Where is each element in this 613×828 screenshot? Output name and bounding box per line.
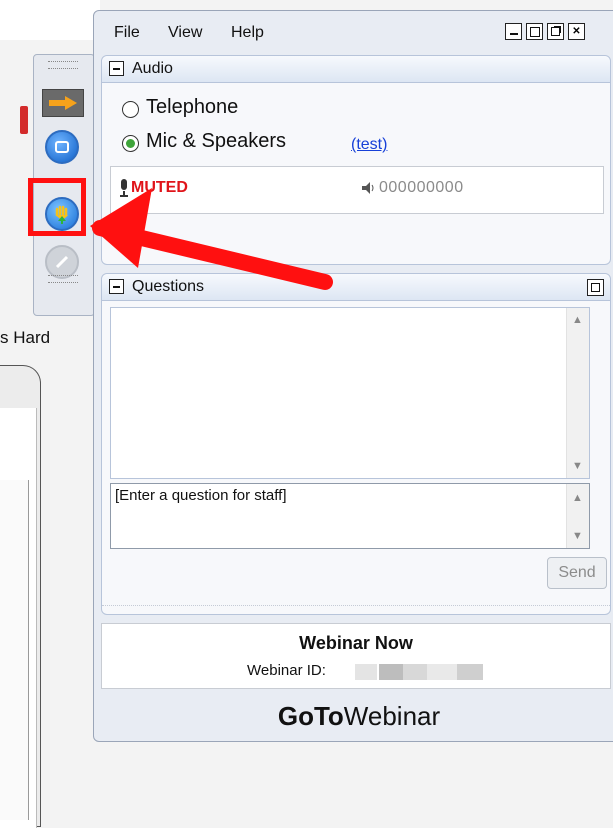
logo-webinar: Webinar [343, 701, 441, 731]
logo-goto: GoTo [277, 701, 344, 731]
popout-icon[interactable] [547, 23, 564, 40]
annotation-arrow [90, 188, 333, 290]
redacted-id-part3 [403, 664, 427, 680]
webinar-id-label: Webinar ID: [247, 662, 326, 679]
speaker-icon [362, 182, 374, 194]
input-scroll-down-icon[interactable]: ▼ [572, 530, 583, 542]
scroll-up-icon[interactable]: ▲ [572, 314, 583, 326]
redacted-id-part1 [355, 664, 377, 680]
webinar-info-box: Webinar Now Webinar ID: [101, 623, 611, 689]
telephone-label[interactable]: Telephone [146, 96, 238, 119]
menu-view[interactable]: View [168, 24, 202, 42]
arrow-icon[interactable] [42, 89, 84, 117]
gotowebinar-logo: GoToWebinar [94, 701, 613, 732]
popout-questions-icon[interactable] [587, 279, 604, 296]
webinar-title: Webinar Now [299, 633, 413, 653]
audio-header: Audio [102, 56, 610, 83]
input-scroll-up-icon[interactable]: ▲ [572, 492, 583, 504]
minimize-icon[interactable] [505, 23, 522, 40]
menubar: File View Help ✕ [94, 11, 613, 51]
collapse-audio-button[interactable] [109, 61, 124, 76]
scroll-down-icon[interactable]: ▼ [572, 460, 583, 472]
redacted-id-part4 [427, 664, 457, 680]
mic-speakers-label[interactable]: Mic & Speakers [146, 130, 286, 153]
redacted-id-part5 [457, 664, 483, 680]
question-input[interactable]: [Enter a question for staff] ▲ ▼ [110, 483, 590, 549]
webinar-control-panel: File View Help ✕ Audio Telephone Mic & S… [93, 10, 613, 742]
close-icon[interactable]: ✕ [568, 23, 585, 40]
audio-level-meter: 000000000 [379, 179, 464, 196]
questions-log[interactable]: ▲ ▼ [110, 307, 590, 479]
question-input-text: [Enter a question for staff] [115, 487, 287, 504]
question-input-scrollbar[interactable]: ▲ ▼ [566, 484, 589, 548]
restore-icon[interactable] [526, 23, 543, 40]
telephone-radio[interactable] [122, 101, 139, 118]
audio-title: Audio [132, 60, 173, 77]
menu-file[interactable]: File [114, 24, 140, 42]
background-app-text: s Hard [0, 328, 51, 347]
questions-scrollbar[interactable]: ▲ ▼ [566, 308, 589, 478]
menu-help[interactable]: Help [231, 24, 264, 42]
test-audio-link[interactable]: (test) [351, 136, 387, 154]
redacted-id-part2 [379, 664, 403, 680]
mic-speakers-radio[interactable] [122, 135, 139, 152]
send-button[interactable]: Send [547, 557, 607, 589]
questions-section: Questions ▲ ▼ [Enter a question for staf… [101, 273, 611, 615]
background-app-header [0, 0, 100, 40]
background-app-tab [20, 106, 28, 134]
toolbar-grip-top[interactable] [48, 61, 78, 69]
screen-icon[interactable] [45, 130, 79, 164]
questions-footer-divider [102, 605, 610, 614]
background-app-panel-inner2 [0, 480, 29, 820]
